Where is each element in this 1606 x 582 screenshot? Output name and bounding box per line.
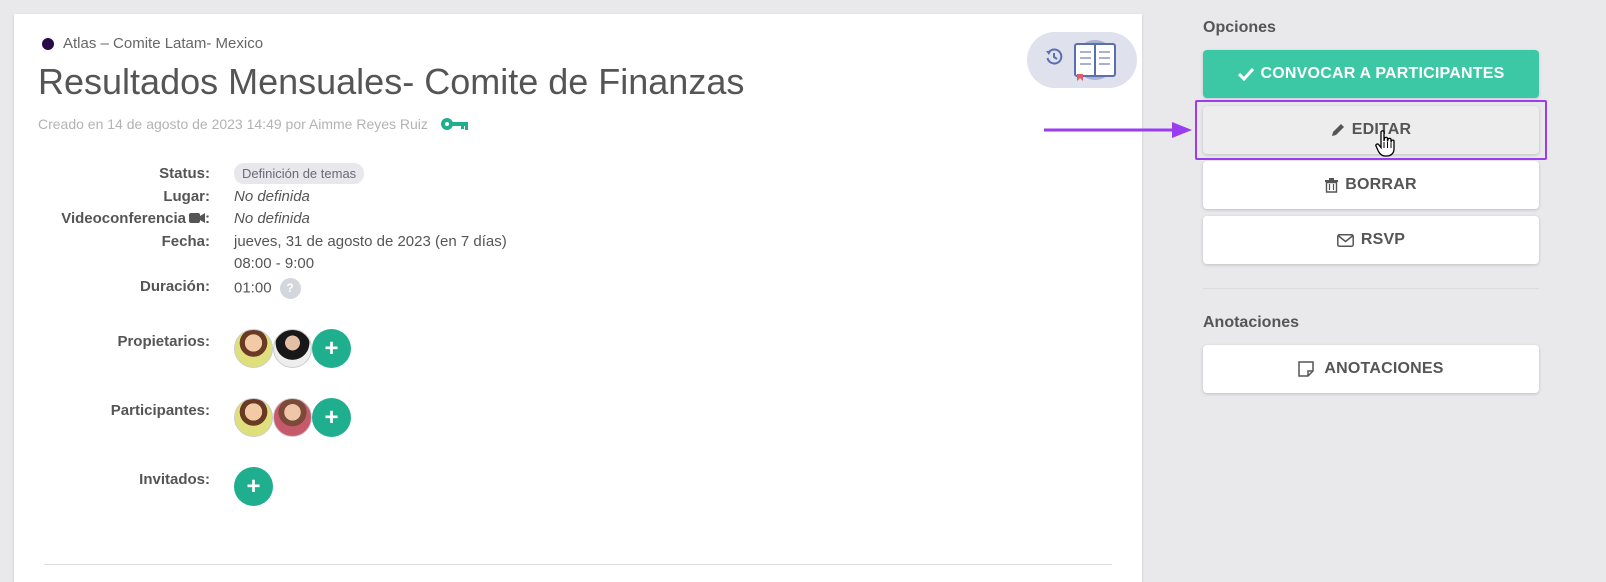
participantes-row: Participantes: + (14, 398, 351, 437)
add-invitado-button[interactable]: + (234, 467, 273, 506)
invitados-row: Invitados: + (14, 467, 273, 506)
propietarios-label: Propietarios: (117, 333, 210, 350)
hand-cursor-icon (1375, 130, 1395, 157)
created-text: Creado en 14 de agosto de 2023 14:49 por… (38, 116, 428, 132)
duracion-row: Duración: 01:00? (14, 278, 301, 299)
add-propietario-button[interactable]: + (312, 329, 351, 368)
opciones-title: Opciones (1203, 19, 1276, 36)
note-icon (1298, 361, 1315, 377)
lugar-label: Lugar: (163, 188, 210, 205)
lugar-row: Lugar: No definida (14, 188, 310, 205)
avatar[interactable] (234, 329, 273, 368)
invitados-label: Invitados: (139, 471, 210, 488)
video-camera-icon (189, 211, 205, 228)
videoconferencia-value: No definida (234, 210, 310, 227)
book-icon[interactable] (1071, 38, 1119, 82)
arrow-icon (1044, 122, 1192, 138)
duracion-label: Duración: (139, 278, 210, 295)
sidebar-divider (1203, 288, 1539, 289)
editar-highlight (1195, 100, 1547, 160)
add-participante-button[interactable]: + (312, 398, 351, 437)
fecha-label: Fecha: (161, 233, 210, 250)
status-badge: Definición de temas (234, 163, 365, 184)
lugar-value: No definida (234, 188, 310, 205)
borrar-button[interactable]: BORRAR (1203, 161, 1539, 209)
avatar[interactable] (273, 398, 312, 437)
divider (44, 564, 1112, 565)
hora-row: 08:00 - 9:00 (14, 255, 314, 272)
check-icon (1237, 67, 1254, 81)
key-icon[interactable] (440, 116, 470, 132)
view-toggle[interactable] (1027, 32, 1137, 88)
group-color-dot (42, 37, 54, 50)
videoconferencia-row: Videoconferencia: No definida (14, 210, 310, 228)
meeting-card: Atlas – Comite Latam- Mexico Resultados … (14, 14, 1142, 582)
participantes-label: Participantes: (110, 402, 210, 419)
hora-value: 08:00 - 9:00 (234, 255, 315, 272)
duracion-value: 01:00 (234, 279, 272, 297)
created-info: Creado en 14 de agosto de 2023 14:49 por… (38, 116, 470, 132)
fecha-value: jueves, 31 de agosto de 2023 (en 7 días) (234, 233, 507, 250)
envelope-icon (1336, 233, 1354, 247)
status-label: Status: (159, 165, 210, 182)
propietarios-row: Propietarios: + (14, 329, 351, 368)
avatar[interactable] (273, 329, 312, 368)
rsvp-button[interactable]: RSVP (1203, 216, 1539, 264)
history-icon[interactable] (1045, 48, 1063, 66)
anotaciones-title: Anotaciones (1203, 314, 1300, 331)
status-row: Status: Definición de temas (14, 163, 365, 184)
trash-icon (1325, 177, 1339, 193)
anotaciones-button[interactable]: ANOTACIONES (1203, 345, 1539, 393)
videoconferencia-label: Videoconferencia: (61, 210, 210, 228)
fecha-row: Fecha: jueves, 31 de agosto de 2023 (en … (14, 233, 507, 250)
avatar[interactable] (234, 398, 273, 437)
page-title: Resultados Mensuales- Comite de Finanzas (38, 61, 745, 102)
breadcrumb-label: Atlas – Comite Latam- Mexico (63, 35, 264, 52)
breadcrumb[interactable]: Atlas – Comite Latam- Mexico (42, 35, 263, 52)
help-icon[interactable]: ? (279, 278, 301, 299)
convocar-button[interactable]: CONVOCAR A PARTICIPANTES (1203, 50, 1539, 98)
